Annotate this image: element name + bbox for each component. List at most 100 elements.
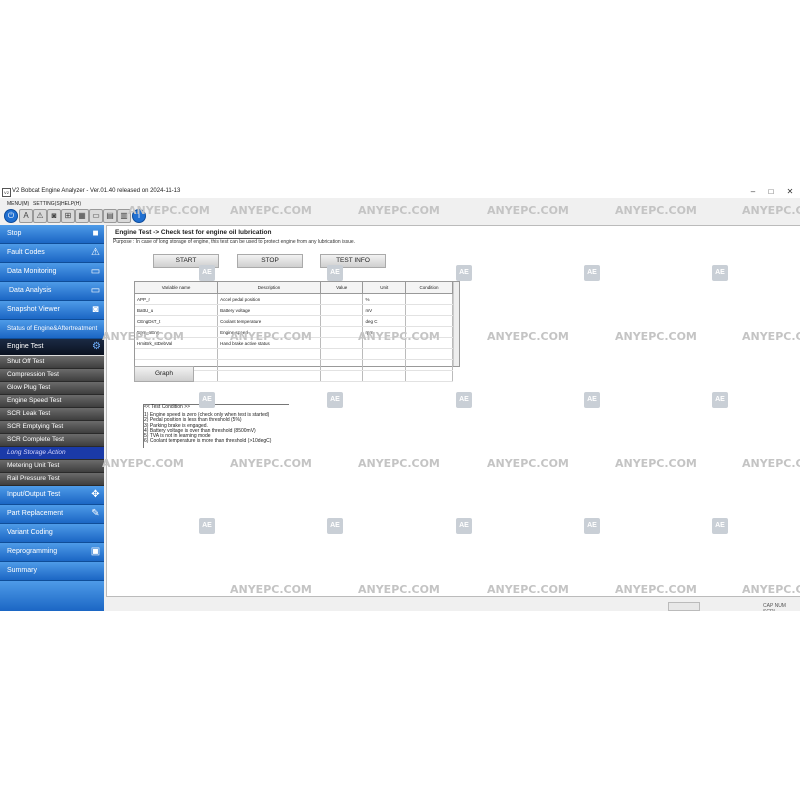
condition-line: 6) Coolant temperature is more than thre… [144, 438, 272, 445]
watermark-text: ANYEPC.COM [742, 583, 800, 596]
column-header-unit: Unit [362, 282, 407, 294]
table-row[interactable]: CEngDsT_t Coolant temperature deg C [135, 315, 453, 327]
stop-button[interactable]: STOP [237, 254, 303, 268]
cell-value [320, 293, 364, 305]
document-icon[interactable]: ▤ [103, 209, 117, 223]
grid-icon[interactable]: ▦ [75, 209, 89, 223]
watermark-logo: AE [712, 392, 728, 408]
status-field [668, 602, 700, 611]
sidebar-item-stop[interactable]: Stop ■ [0, 225, 104, 244]
stop-icon: ■ [92, 228, 99, 239]
sidebar: Stop ■ Fault Codes ⚠ Data Monitoring ▭ D… [0, 225, 104, 611]
maximize-button[interactable]: □ [763, 186, 779, 197]
watermark-text: ANYEPC.COM [128, 204, 210, 217]
cell-variable: APP_r [135, 293, 219, 305]
sidebar-item-long-storage-action[interactable]: Long Storage Action [0, 447, 104, 460]
sidebar-item-scr-leak-test[interactable]: SCR Leak Test [0, 408, 104, 421]
engine-icon: ⚙ [92, 341, 101, 352]
menu-setting[interactable]: SETTING(S) [33, 201, 61, 207]
table-row[interactable]: BattU_u Battery voltage mV [135, 304, 453, 316]
watermark-logo: AE [327, 265, 343, 281]
window-title: V2 Bobcat Engine Analyzer - Ver.01.40 re… [12, 188, 181, 194]
watermark-logo: AE [199, 265, 215, 281]
sidebar-item-summary[interactable]: Summary [0, 562, 104, 581]
watermark-text: ANYEPC.COM [615, 330, 697, 343]
sidebar-section-engine-test[interactable]: Engine Test ⚙ [0, 339, 104, 355]
purpose-text: Purpose : In case of long storage of eng… [113, 239, 356, 245]
cell-description: Coolant temperature [217, 315, 321, 327]
menu-help[interactable]: HELP(H) [61, 201, 81, 207]
sidebar-item-rail-pressure-test[interactable]: Rail Pressure Test [0, 473, 104, 486]
watermark-text: ANYEPC.COM [230, 583, 312, 596]
watermark-logo: AE [199, 518, 215, 534]
app-icon: V2 [2, 188, 11, 197]
watermark-text: ANYEPC.COM [358, 204, 440, 217]
watermark-text: ANYEPC.COM [230, 457, 312, 470]
cell-variable: BattU_u [135, 304, 219, 316]
watermark-text: ANYEPC.COM [358, 330, 440, 343]
sidebar-item-data-monitoring[interactable]: Data Monitoring ▭ [0, 263, 104, 282]
sidebar-item-scr-emptying-test[interactable]: SCR Emptying Test [0, 421, 104, 434]
graph-button[interactable]: Graph [134, 366, 194, 382]
column-header-description: Description [217, 282, 321, 294]
breadcrumb: Engine Test -> Check test for engine oil… [115, 229, 272, 236]
camera-icon: ◙ [92, 304, 99, 315]
test-condition-box: << Test Condition >> 1) Engine speed is … [143, 404, 289, 448]
table-header-row: Variable name Description Value Unit Con… [135, 282, 453, 294]
monitor-icon: ▭ [90, 266, 101, 277]
wrench-icon: ✎ [91, 508, 100, 519]
cell-description: Battery voltage [217, 304, 321, 316]
sidebar-item-input-output-test[interactable]: Input/Output Test ✥ [0, 486, 104, 505]
table-row [135, 348, 453, 360]
sidebar-item-scr-complete-test[interactable]: SCR Complete Test [0, 434, 104, 447]
menu-menu[interactable]: MENU(M) [7, 201, 29, 207]
table-row[interactable]: APP_r Accel pedal position % [135, 293, 453, 305]
cell-unit: mV [362, 304, 407, 316]
sidebar-item-data-analysis[interactable]: Data Analysis ▭ [0, 282, 104, 301]
sidebar-item-compression-test[interactable]: Compression Test [0, 369, 104, 382]
watermark-text: ANYEPC.COM [358, 457, 440, 470]
watermark-text: ANYEPC.COM [230, 204, 312, 217]
watermark-logo: AE [456, 392, 472, 408]
sidebar-item-snapshot-viewer[interactable]: Snapshot Viewer ◙ [0, 301, 104, 320]
power-icon[interactable]: ⏻ [4, 209, 18, 223]
watermark-logo: AE [584, 518, 600, 534]
minimize-button[interactable]: – [745, 186, 761, 197]
title-bar: V2 V2 Bobcat Engine Analyzer - Ver.01.40… [0, 185, 800, 198]
watermark-text: ANYEPC.COM [487, 330, 569, 343]
warning-icon: ⚠ [91, 247, 100, 258]
sidebar-item-fault-codes[interactable]: Fault Codes ⚠ [0, 244, 104, 263]
watermark-logo: AE [327, 392, 343, 408]
network-icon[interactable]: ⊞ [61, 209, 75, 223]
sidebar-item-variant-coding[interactable]: Variant Coding [0, 524, 104, 543]
watermark-text: ANYEPC.COM [742, 330, 800, 343]
sidebar-item-engine-speed-test[interactable]: Engine Speed Test [0, 395, 104, 408]
watermark-logo: AE [456, 518, 472, 534]
close-button[interactable]: ✕ [782, 186, 798, 197]
arrows-icon: ✥ [91, 489, 100, 500]
column-header-value: Value [320, 282, 364, 294]
app-window: V2 V2 Bobcat Engine Analyzer - Ver.01.40… [0, 185, 800, 611]
cell-condition [405, 293, 453, 305]
font-size-icon[interactable]: A [19, 209, 33, 223]
watermark-logo: AE [584, 392, 600, 408]
watermark-text: ANYEPC.COM [487, 204, 569, 217]
sidebar-item-shut-off-test[interactable]: Shut Off Test [0, 356, 104, 369]
table-scrollbar[interactable] [453, 282, 459, 366]
keyboard-icon[interactable]: ▭ [89, 209, 103, 223]
sidebar-item-status-engine[interactable]: Status of Engine&Aftertreatment [0, 320, 104, 339]
cell-description: Accel pedal position [217, 293, 321, 305]
sidebar-item-glow-plug-test[interactable]: Glow Plug Test [0, 382, 104, 395]
watermark-text: ANYEPC.COM [102, 330, 184, 343]
sidebar-item-reprogramming[interactable]: Reprogramming ▣ [0, 543, 104, 562]
keyboard-indicators: CAP NUM SCRL [763, 603, 786, 611]
watermark-logo: AE [712, 265, 728, 281]
watermark-text: ANYEPC.COM [358, 583, 440, 596]
sidebar-item-metering-unit-test[interactable]: Metering Unit Test [0, 460, 104, 473]
sidebar-item-part-replacement[interactable]: Part Replacement ✎ [0, 505, 104, 524]
camera-icon[interactable]: ◙ [47, 209, 61, 223]
watermark-text: ANYEPC.COM [102, 457, 184, 470]
variable-table: Variable name Description Value Unit Con… [134, 281, 460, 382]
watermark-text: ANYEPC.COM [615, 457, 697, 470]
warning-icon[interactable]: ⚠ [33, 209, 47, 223]
